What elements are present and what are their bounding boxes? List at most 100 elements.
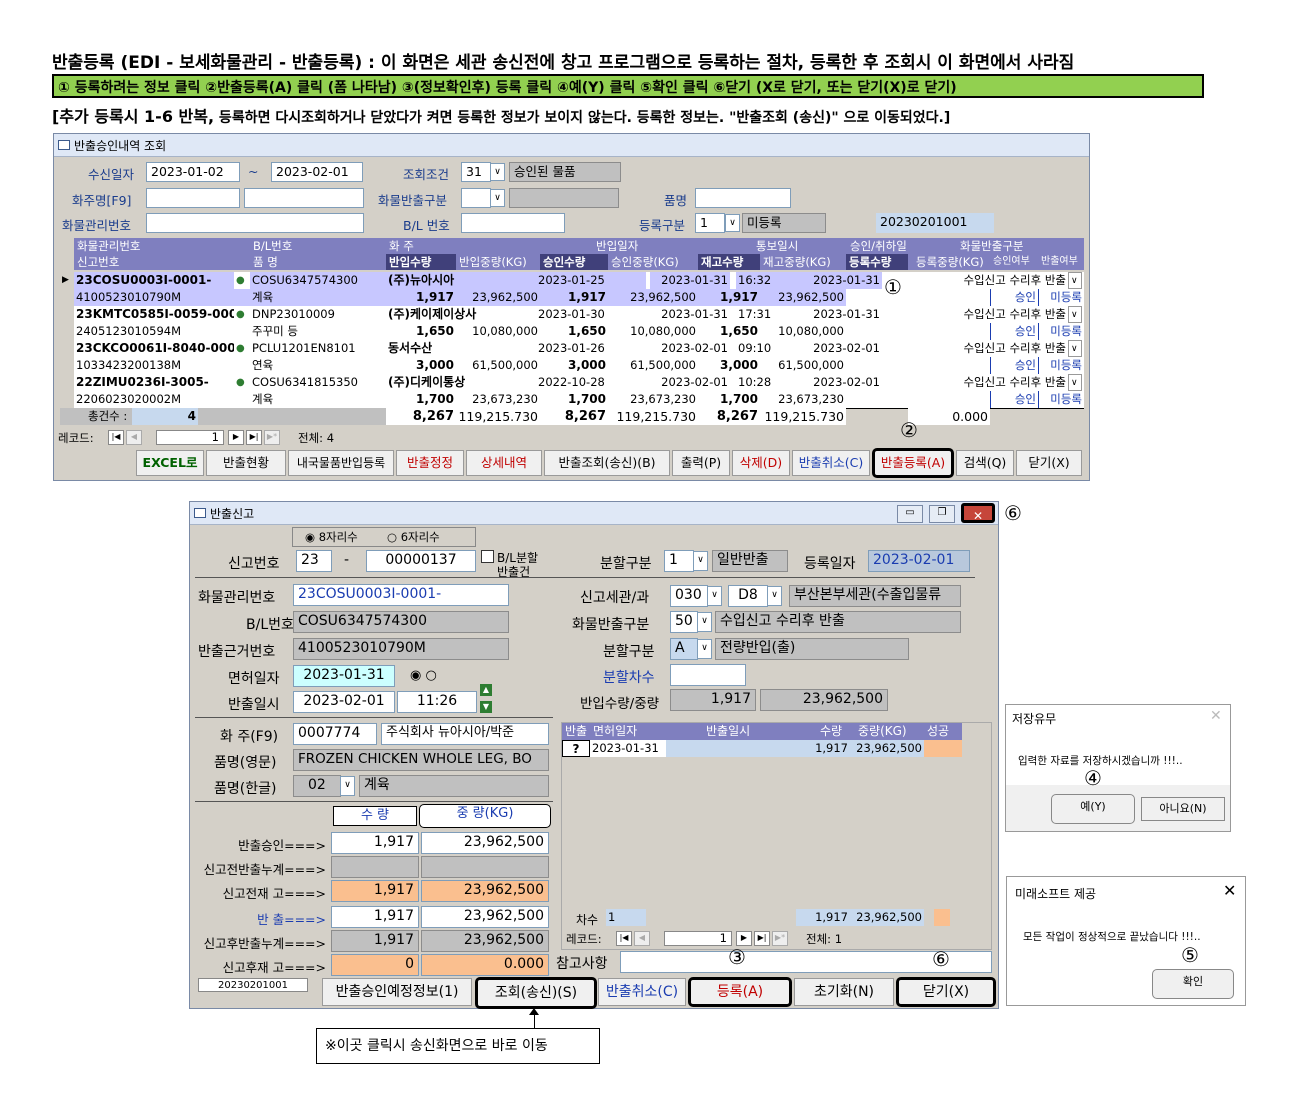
cell-item[interactable]: 계육 — [250, 391, 386, 408]
cell-in-wt[interactable]: 61,500,000 — [456, 357, 540, 374]
cell-notice-time[interactable]: 10:28 — [736, 374, 776, 391]
ok-button[interactable]: 확인 — [1152, 969, 1234, 999]
record-position[interactable]: 1 — [664, 931, 732, 946]
cell-ap-wt[interactable]: 23,673,230 — [608, 391, 698, 408]
license-date-input[interactable]: 2023-01-31 — [293, 665, 395, 687]
cell-notice-time[interactable]: 09:10 — [736, 340, 776, 357]
cargo-code-select[interactable]: 50 — [670, 611, 698, 633]
first-record-icon[interactable]: |◀ — [108, 430, 124, 445]
excel-button[interactable]: EXCEL로 — [136, 450, 204, 476]
first-record-icon[interactable]: |◀ — [616, 931, 632, 946]
chevron-down-icon[interactable]: ∨ — [1068, 374, 1082, 391]
cell-ap-wt[interactable]: 10,080,000 — [608, 323, 698, 340]
cell-cargo-no[interactable]: 23CKCO0061I-8040-0001 — [74, 340, 234, 357]
cell-in-date[interactable]: 2023-01-26 — [536, 340, 646, 357]
minimize-icon[interactable]: ▭ — [897, 505, 923, 523]
weight-field[interactable] — [421, 856, 549, 878]
customs-dept-select[interactable]: D8 — [728, 585, 768, 607]
export-time-input[interactable]: 11:26 — [397, 691, 477, 713]
prev-record-icon[interactable]: ◀ — [634, 931, 650, 946]
weight-field[interactable]: 23,962,500 — [421, 832, 549, 854]
cell-approval-date[interactable]: 2023-01-31 — [776, 272, 882, 289]
cell-in-qty[interactable]: 3,000 — [386, 357, 456, 374]
weight-field[interactable]: 0.000 — [421, 954, 549, 976]
cell-approve[interactable]: 승인 — [990, 391, 1038, 408]
cell-export[interactable]: 미등록 — [1038, 357, 1084, 374]
sub-row-flag[interactable]: ? — [562, 740, 590, 757]
approval-plan-button[interactable]: 반출승인예정정보(1) — [322, 978, 472, 1006]
chevron-down-icon[interactable]: ∨ — [767, 586, 782, 606]
cell-cargo-no[interactable]: 22ZIMU0236I-3005- — [74, 374, 234, 391]
record-position[interactable]: 1 — [156, 430, 224, 445]
chevron-down-icon[interactable]: ∨ — [1068, 272, 1082, 289]
cell-ap-qty[interactable]: 1,650 — [540, 323, 608, 340]
cell-approval-date[interactable]: 2023-02-01 — [776, 374, 882, 391]
cell-in-qty[interactable]: 1,650 — [386, 323, 456, 340]
cell-cargo-no[interactable]: 23KMTC0585I-0059-0001 — [74, 306, 234, 323]
row-selector[interactable]: ▶ — [60, 272, 74, 306]
cell-decl-no[interactable]: 2405123010594M — [74, 323, 250, 340]
cell-cargo-type[interactable]: 수입신고 수리후 반출 — [918, 306, 1068, 323]
cell-ap-qty[interactable]: 1,917 — [540, 289, 608, 306]
cell-st-wt[interactable]: 23,962,500 — [760, 289, 846, 306]
window-close-icon[interactable]: ✕ — [961, 503, 995, 523]
cell-cargo-type[interactable]: 수입신고 수리후 반출 — [918, 340, 1068, 357]
qty-field[interactable]: 1,917 — [331, 930, 419, 952]
weight-field[interactable]: 23,962,500 — [421, 880, 549, 902]
search-button[interactable]: 검색(Q) — [956, 450, 1014, 476]
chevron-down-icon[interactable]: ∨ — [697, 639, 712, 659]
cell-item[interactable]: 계육 — [250, 289, 386, 306]
export-query-send-button[interactable]: 반출조회(송신)(B) — [544, 450, 670, 476]
cell-export[interactable]: 미등록 — [1038, 323, 1084, 340]
cell-st-qty[interactable]: 1,917 — [698, 289, 760, 306]
cell-st-wt[interactable]: 61,500,000 — [760, 357, 846, 374]
decl-b-input[interactable]: 00000137 — [366, 550, 476, 572]
globe-icon[interactable]: ● — [234, 272, 250, 289]
export-status-button[interactable]: 반출현황 — [206, 450, 286, 476]
cell-notice-date[interactable]: 2023-01-31 — [650, 272, 730, 289]
cell-notice-date[interactable]: 2023-01-31 — [650, 306, 730, 323]
reg-code-select[interactable]: 1 — [695, 213, 725, 233]
cell-notice-date[interactable]: 2023-02-01 — [650, 340, 730, 357]
cell-bl-no[interactable]: COSU6347574300 — [250, 272, 386, 289]
export-date-input[interactable]: 2023-02-01 — [293, 691, 395, 713]
close-button[interactable]: 닫기(X) — [1016, 450, 1082, 476]
cargo-no-input[interactable]: 23COSU0003I-0001- — [293, 584, 509, 606]
globe-icon[interactable]: ● — [234, 306, 250, 323]
cell-bl-no[interactable]: COSU6341815350 — [250, 374, 386, 391]
cond-code-select[interactable]: 31 — [461, 162, 491, 182]
cargo-type-select[interactable] — [461, 188, 491, 208]
cell-approval-date[interactable]: 2023-02-01 — [776, 340, 882, 357]
cell-item[interactable]: 주꾸미 등 — [250, 323, 386, 340]
cell-st-qty[interactable]: 1,650 — [698, 323, 760, 340]
detail-button[interactable]: 상세내역 — [466, 450, 542, 476]
cell-in-date[interactable]: 2023-01-30 — [536, 306, 646, 323]
sub-row-date[interactable]: 2023-01-31 — [590, 740, 666, 757]
export-cancel-button[interactable]: 반출취소(C) — [792, 450, 870, 476]
form-export-cancel-button[interactable]: 반출취소(C) — [598, 978, 686, 1006]
date-to-input[interactable]: 2023-02-01 — [271, 162, 363, 182]
no-button[interactable]: 아니요(N) — [1141, 797, 1225, 821]
bl-no-input[interactable] — [461, 213, 565, 233]
qty-field[interactable]: 1,917 — [331, 832, 419, 854]
cell-in-qty[interactable]: 1,917 — [386, 289, 456, 306]
bl-split-checkbox[interactable] — [481, 550, 494, 563]
yes-button[interactable]: 예(Y) — [1051, 794, 1135, 824]
radio-8-digits[interactable]: ◉ 8자리수 — [305, 529, 358, 545]
time-down-icon[interactable]: ▼ — [480, 701, 492, 713]
cell-export[interactable]: 미등록 — [1038, 289, 1084, 306]
owner-code-input[interactable] — [146, 188, 240, 208]
qty-field[interactable] — [331, 856, 419, 878]
cell-owner[interactable]: (주)뉴아시아 — [386, 272, 536, 289]
globe-icon[interactable]: ● — [234, 340, 250, 357]
owner-name-input[interactable]: 주식회사 뉴아시아/박준 — [381, 723, 549, 745]
cell-notice-time[interactable]: 17:31 — [736, 306, 776, 323]
chevron-down-icon[interactable]: ∨ — [490, 163, 505, 181]
chevron-down-icon[interactable]: ∨ — [1068, 340, 1082, 357]
cell-ap-qty[interactable]: 3,000 — [540, 357, 608, 374]
cell-item[interactable]: 연육 — [250, 357, 386, 374]
item-name-input[interactable] — [695, 188, 791, 208]
split-code-select[interactable]: 1 — [664, 550, 694, 572]
owner-name-input[interactable] — [244, 188, 364, 208]
cell-in-date[interactable]: 2023-01-25 — [536, 272, 646, 289]
